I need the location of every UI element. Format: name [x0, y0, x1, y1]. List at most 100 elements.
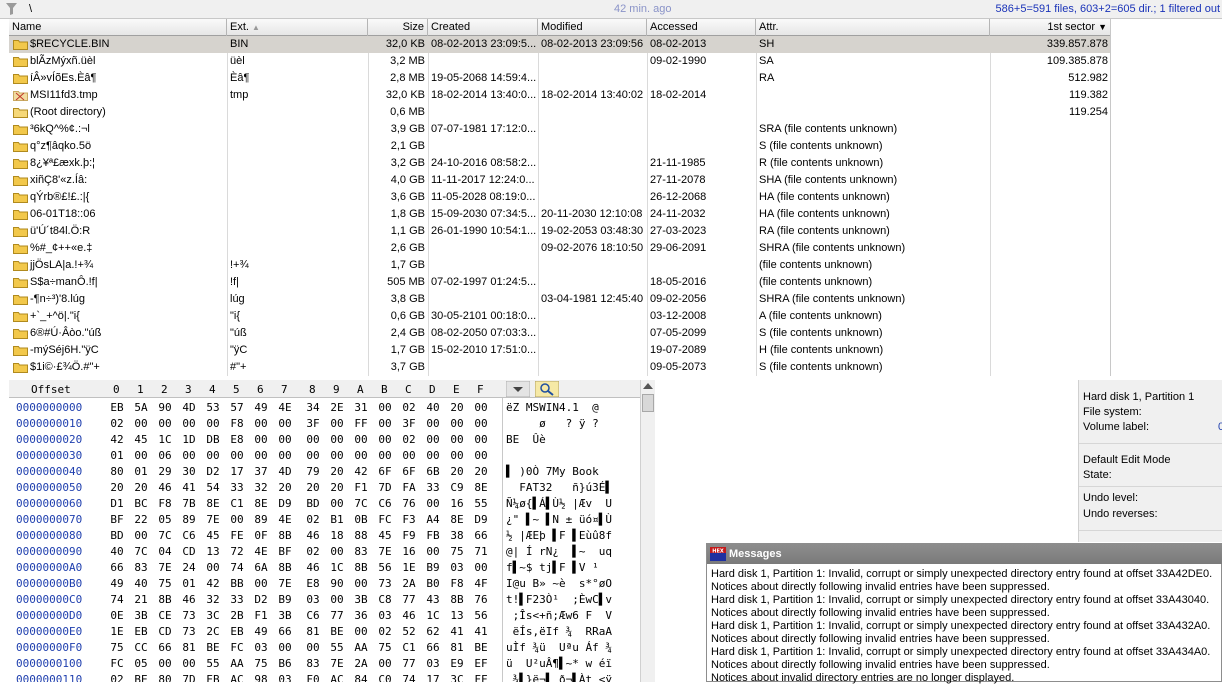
- hex-byte[interactable]: 21: [131, 592, 151, 608]
- hex-byte[interactable]: 7E: [155, 560, 175, 576]
- hex-byte[interactable]: B0: [423, 576, 443, 592]
- hex-byte[interactable]: D9: [471, 512, 491, 528]
- hex-editor[interactable]: Offset 0123456789ABCDEF 0000000000 EB 5A 90…: [9, 380, 655, 682]
- hex-byte[interactable]: 42: [203, 576, 223, 592]
- hex-byte[interactable]: 89: [251, 512, 271, 528]
- hex-byte[interactable]: F8: [227, 416, 247, 432]
- hex-byte[interactable]: 75: [107, 640, 127, 656]
- hex-byte[interactable]: 8B: [447, 592, 467, 608]
- hex-byte[interactable]: 00: [423, 496, 443, 512]
- hex-ascii-text[interactable]: ¾▌}ë¬▌ ð¬▌Àt <ÿ: [506, 672, 612, 682]
- hex-byte[interactable]: 40: [423, 400, 443, 416]
- hex-byte[interactable]: 7D: [375, 480, 395, 496]
- hex-byte[interactable]: 20: [327, 480, 347, 496]
- hex-byte[interactable]: 18: [327, 528, 347, 544]
- hex-byte[interactable]: 8B: [155, 592, 175, 608]
- hex-byte[interactable]: 5A: [131, 400, 151, 416]
- hex-byte[interactable]: 46: [303, 560, 323, 576]
- hex-byte[interactable]: B6: [275, 656, 295, 672]
- hex-byte[interactable]: F1: [351, 480, 371, 496]
- hex-byte[interactable]: 00: [327, 592, 347, 608]
- hex-byte[interactable]: 16: [399, 544, 419, 560]
- hex-byte[interactable]: 77: [399, 592, 419, 608]
- hex-byte[interactable]: 00: [303, 640, 323, 656]
- file-row[interactable]: jjÖsLA|a.!+¾ !+¾ 1,7 GB (file contents unk…: [9, 257, 1110, 274]
- hex-byte[interactable]: 30: [179, 464, 199, 480]
- hex-byte[interactable]: 05: [131, 656, 151, 672]
- hex-byte[interactable]: 00: [303, 432, 323, 448]
- hex-byte[interactable]: AA: [227, 656, 247, 672]
- hex-byte[interactable]: 40: [131, 576, 151, 592]
- hex-byte[interactable]: EB: [203, 672, 223, 682]
- hex-byte[interactable]: FC: [227, 640, 247, 656]
- file-row[interactable]: -¶n÷³)'8.lúg lúg 3,8 GB 03-04-1981 12:45:40…: [9, 291, 1110, 308]
- file-row[interactable]: xiñÇ8'«z.Íâ: 4,0 GB 11-11-2017 12:24:0... 2…: [9, 172, 1110, 189]
- hex-byte[interactable]: 03: [447, 560, 467, 576]
- hex-byte[interactable]: 29: [155, 464, 175, 480]
- hex-byte[interactable]: 66: [275, 624, 295, 640]
- hex-byte[interactable]: 00: [471, 432, 491, 448]
- hex-byte[interactable]: 01: [179, 576, 199, 592]
- hex-byte[interactable]: 05: [155, 512, 175, 528]
- hex-byte[interactable]: 00: [251, 448, 271, 464]
- hex-byte[interactable]: BD: [303, 496, 323, 512]
- hex-byte[interactable]: 75: [155, 576, 175, 592]
- column-header-ext[interactable]: Ext. ▲: [227, 19, 368, 36]
- hex-byte[interactable]: 00: [351, 576, 371, 592]
- hex-byte[interactable]: 73: [179, 608, 199, 624]
- hex-byte[interactable]: 00: [351, 448, 371, 464]
- hex-byte[interactable]: 02: [107, 672, 127, 682]
- hex-byte[interactable]: 72: [227, 544, 247, 560]
- hex-byte[interactable]: 00: [203, 448, 223, 464]
- hex-byte[interactable]: 0E: [107, 608, 127, 624]
- hex-byte[interactable]: E8: [303, 576, 323, 592]
- hex-byte[interactable]: 46: [179, 592, 199, 608]
- file-row[interactable]: +`_+^ö|."i{"i{0,6 GB 30-05-2101 00:18:0..…: [9, 308, 1110, 325]
- hex-byte[interactable]: 00: [203, 416, 223, 432]
- hex-byte[interactable]: B9: [423, 560, 443, 576]
- hex-byte[interactable]: 46: [303, 528, 323, 544]
- hex-byte[interactable]: 00: [179, 416, 199, 432]
- hex-byte[interactable]: 00: [471, 400, 491, 416]
- hex-byte[interactable]: 00: [327, 496, 347, 512]
- file-row[interactable]: $1i©·£¾Ö.#"+ #"+ 3,7 GB 09-05-2073 S (file c…: [9, 359, 1110, 376]
- hex-byte[interactable]: AC: [327, 672, 347, 682]
- column-header-first-sector[interactable]: 1st sector ▼: [990, 19, 1110, 36]
- file-row[interactable]: (Root directory) 0,6 MB 119.254: [9, 104, 1110, 121]
- hex-byte[interactable]: 42: [107, 432, 127, 448]
- hex-byte[interactable]: 01: [107, 448, 127, 464]
- hex-byte[interactable]: C6: [179, 528, 199, 544]
- hex-byte[interactable]: A4: [423, 512, 443, 528]
- hex-byte[interactable]: 66: [107, 560, 127, 576]
- hex-byte[interactable]: 00: [447, 432, 467, 448]
- hex-byte[interactable]: 3B: [351, 592, 371, 608]
- hex-byte[interactable]: 03: [303, 592, 323, 608]
- hex-byte[interactable]: 00: [327, 544, 347, 560]
- hex-byte[interactable]: 7E: [203, 512, 223, 528]
- hex-byte[interactable]: 71: [471, 544, 491, 560]
- hex-byte[interactable]: 6F: [399, 464, 419, 480]
- hex-byte[interactable]: 36: [351, 608, 371, 624]
- hex-byte[interactable]: 83: [131, 560, 151, 576]
- hex-byte[interactable]: 3F: [303, 416, 323, 432]
- hex-byte[interactable]: 03: [275, 672, 295, 682]
- hex-byte[interactable]: 55: [203, 656, 223, 672]
- hex-byte[interactable]: 1E: [399, 560, 419, 576]
- hex-byte[interactable]: BD: [107, 528, 127, 544]
- hex-byte[interactable]: 00: [203, 560, 223, 576]
- hex-byte[interactable]: 6F: [375, 464, 395, 480]
- hex-byte[interactable]: 00: [227, 448, 247, 464]
- hex-ascii-text[interactable]: f▌~$ tj▌F ▌V ¹: [506, 560, 599, 576]
- hex-byte[interactable]: B1: [327, 512, 347, 528]
- file-row[interactable]: 06-01T18::06 1,8 GB 15-09-2030 07:34:5... 2…: [9, 206, 1110, 223]
- hex-byte[interactable]: 00: [375, 448, 395, 464]
- hex-byte[interactable]: 75: [375, 640, 395, 656]
- hex-byte[interactable]: 00: [351, 624, 371, 640]
- hex-byte[interactable]: 00: [227, 512, 247, 528]
- hex-byte[interactable]: 1E: [107, 624, 127, 640]
- hex-ascii-text[interactable]: ø ? ÿ ?: [506, 416, 599, 432]
- hex-byte[interactable]: 56: [375, 560, 395, 576]
- hex-byte[interactable]: C1: [399, 640, 419, 656]
- hex-byte[interactable]: 8B: [351, 560, 371, 576]
- hex-byte[interactable]: C8: [375, 592, 395, 608]
